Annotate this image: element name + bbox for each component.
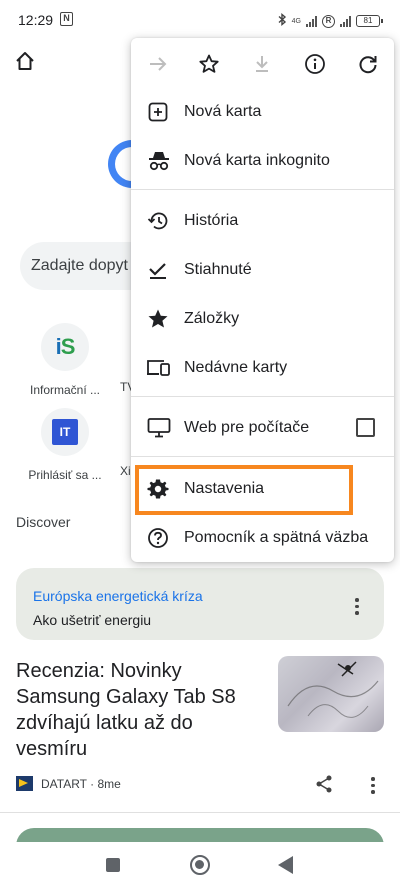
shortcut-label: Informační ... — [29, 383, 101, 397]
shortcut-label-partial[interactable]: Xi — [120, 464, 131, 478]
desktop-site-checkbox[interactable] — [356, 418, 375, 437]
bookmarks-star-icon — [147, 308, 169, 330]
shortcut-tile-it[interactable]: IT Prihlásiť sa ... — [25, 408, 105, 482]
network-type-icon: 4G — [291, 17, 301, 25]
recents-button[interactable] — [106, 858, 120, 872]
shortcut-tile-is[interactable]: iS Informační ... — [25, 323, 105, 397]
status-bar: 12:29 N 4G R 81 — [0, 0, 400, 42]
downloads-check-icon — [147, 259, 169, 281]
status-icons: 4G R 81 — [278, 13, 383, 29]
home-icon[interactable] — [14, 50, 36, 72]
article-thumbnail[interactable] — [278, 656, 384, 732]
shortcut-label: Prihlásiť sa ... — [28, 468, 102, 482]
shortcut-logo: iS — [41, 323, 89, 371]
recent-tabs-icon — [147, 357, 170, 379]
menu-item-label: Nová karta inkognito — [184, 152, 330, 169]
promo-more-icon[interactable] — [354, 598, 360, 615]
menu-item-bookmarks[interactable]: Záložky — [131, 295, 394, 343]
menu-item-help[interactable]: Pomocník a spätná väzba — [131, 514, 394, 562]
roaming-icon: R — [322, 14, 335, 28]
menu-toolbar — [131, 38, 394, 90]
home-button[interactable] — [190, 855, 210, 875]
menu-separator — [131, 456, 394, 457]
forward-arrow-icon[interactable] — [144, 50, 172, 78]
promo-title[interactable]: Európska energetická kríza — [33, 588, 203, 604]
menu-item-label: Nová karta — [184, 103, 262, 120]
help-icon — [147, 527, 169, 549]
source-logo-icon — [16, 776, 33, 791]
signal-icon-2 — [340, 15, 351, 27]
settings-highlight-box — [135, 465, 353, 515]
menu-item-label: Web pre počítače — [184, 419, 310, 436]
menu-item-desktop-site[interactable]: Web pre počítače — [131, 404, 394, 452]
it-logo-icon: IT — [52, 419, 78, 445]
menu-item-label: Pomocník a spätná väzba — [184, 529, 369, 546]
nfc-icon: N — [60, 12, 73, 26]
menu-item-recent-tabs[interactable]: Nedávne karty — [131, 344, 394, 392]
new-tab-icon — [147, 101, 169, 123]
menu-item-downloads[interactable]: Stiahnuté — [131, 246, 394, 294]
menu-separator — [131, 189, 394, 190]
menu-separator — [131, 396, 394, 397]
star-outline-icon[interactable] — [195, 50, 223, 78]
is-logo-icon: iS — [55, 334, 76, 359]
divider — [0, 812, 400, 813]
menu-item-label: Záložky — [184, 310, 240, 327]
article-source: DATART · 8me — [41, 777, 121, 791]
signal-icon — [306, 15, 317, 27]
history-icon — [147, 210, 169, 232]
incognito-icon — [147, 150, 169, 172]
bluetooth-icon — [278, 13, 287, 29]
discover-heading: Discover — [16, 514, 71, 530]
menu-item-history[interactable]: História — [131, 197, 394, 245]
reload-icon[interactable] — [354, 50, 382, 78]
menu-item-label: Nedávne karty — [184, 359, 288, 376]
info-icon[interactable] — [301, 50, 329, 78]
menu-item-new-tab[interactable]: Nová karta — [131, 88, 394, 136]
article-title[interactable]: Recenzia: Novinky Samsung Galaxy Tab S8 … — [16, 658, 266, 762]
shortcut-logo: IT — [41, 408, 89, 456]
article-more-icon[interactable] — [370, 777, 376, 794]
search-placeholder[interactable]: Zadajte dopyt — [31, 257, 131, 275]
menu-item-label: História — [184, 212, 239, 229]
share-icon[interactable] — [314, 774, 334, 794]
battery-icon: 81 — [356, 15, 383, 27]
back-button[interactable] — [278, 856, 293, 874]
menu-item-incognito[interactable]: Nová karta inkognito — [131, 137, 394, 185]
menu-item-label: Stiahnuté — [184, 261, 252, 278]
promo-card[interactable]: Európska energetická kríza Ako ušetriť e… — [16, 568, 384, 640]
status-time: 12:29 — [18, 12, 54, 28]
download-icon[interactable] — [248, 50, 276, 78]
promo-subtitle: Ako ušetriť energiu — [33, 612, 152, 628]
desktop-icon — [147, 417, 171, 439]
